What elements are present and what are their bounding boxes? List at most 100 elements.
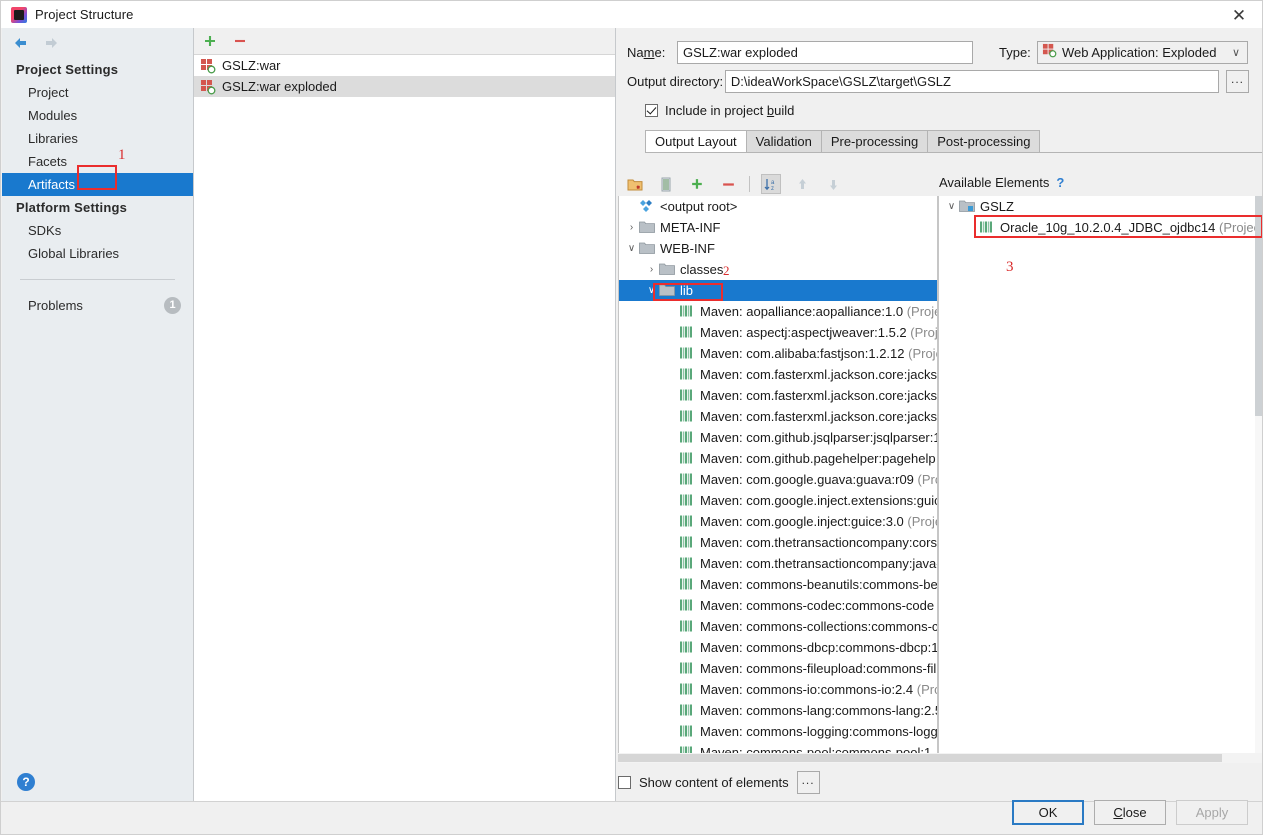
tree-node[interactable]: Maven: commons-logging:commons-logg bbox=[619, 721, 937, 742]
show-content-options-button[interactable]: ... bbox=[796, 771, 820, 794]
tab-output-layout[interactable]: Output Layout bbox=[645, 130, 747, 152]
add-artifact-button[interactable] bbox=[202, 33, 218, 49]
tree-node[interactable]: › META-INF bbox=[619, 217, 937, 238]
tree-node[interactable]: Maven: com.fasterxml.jackson.core:jacksc bbox=[619, 364, 937, 385]
sidebar-item-project[interactable]: Project bbox=[2, 81, 193, 104]
chevron-down-icon[interactable]: ∨ bbox=[644, 285, 659, 296]
list-item[interactable]: GSLZ:war exploded bbox=[194, 76, 615, 97]
tree-node-label: Maven: commons-collections:commons-c bbox=[700, 619, 938, 634]
tree-node-label: Maven: com.thetransactioncompany:java- bbox=[700, 556, 938, 571]
list-item[interactable]: GSLZ:war bbox=[194, 55, 615, 76]
sidebar-item-sdks[interactable]: SDKs bbox=[2, 219, 193, 242]
tree-node[interactable]: Maven: com.github.jsqlparser:jsqlparser:… bbox=[619, 427, 937, 448]
tree-node[interactable]: Maven: com.thetransactioncompany:cors- bbox=[619, 532, 937, 553]
output-directory-label: Output directory: bbox=[627, 74, 724, 89]
type-dropdown[interactable]: Web Application: Exploded ∨ bbox=[1037, 40, 1248, 64]
type-dropdown-value: Web Application: Exploded bbox=[1062, 44, 1217, 60]
tree-node[interactable]: <output root> bbox=[619, 196, 937, 217]
available-elements-help-icon[interactable]: ? bbox=[1056, 175, 1064, 190]
output-layout-tree[interactable]: <output root> › META-INF ∨ WEB-INF › classes ∨ l… bbox=[618, 196, 938, 758]
tree-node[interactable]: Maven: aopalliance:aopalliance:1.0 (Proj… bbox=[619, 301, 937, 322]
sidebar-item-problems[interactable]: Problems 1 bbox=[2, 294, 193, 317]
tree-node[interactable]: ∨ GSLZ bbox=[939, 196, 1262, 217]
tab-post-processing[interactable]: Post-processing bbox=[927, 130, 1041, 152]
create-archive-icon[interactable] bbox=[656, 174, 676, 194]
tree-node[interactable]: Maven: com.google.inject.extensions:guic bbox=[619, 490, 937, 511]
artifact-root-icon bbox=[639, 199, 655, 215]
horizontal-scrollbar[interactable] bbox=[618, 753, 1262, 763]
include-in-build-checkbox[interactable] bbox=[645, 103, 658, 117]
tree-node[interactable]: ∨ WEB-INF bbox=[619, 238, 937, 259]
tree-node[interactable]: Maven: com.github.pagehelper:pagehelp bbox=[619, 448, 937, 469]
tree-node[interactable]: Maven: commons-dbcp:commons-dbcp:1 bbox=[619, 637, 937, 658]
available-elements-title: Available Elements bbox=[939, 175, 1050, 190]
library-icon bbox=[679, 472, 695, 488]
close-button[interactable]: Close bbox=[1094, 800, 1166, 825]
tree-node[interactable]: Maven: commons-beanutils:commons-be bbox=[619, 574, 937, 595]
help-icon[interactable]: ? bbox=[17, 773, 35, 791]
war-exploded-artifact-icon bbox=[200, 79, 216, 95]
tab-validation[interactable]: Validation bbox=[745, 130, 822, 152]
dialog-buttons: OK Close Apply bbox=[1012, 800, 1248, 825]
show-content-checkbox[interactable] bbox=[618, 776, 631, 789]
output-directory-input[interactable]: D:\ideaWorkSpace\GSLZ\target\GSLZ bbox=[724, 70, 1220, 93]
ok-button[interactable]: OK bbox=[1012, 800, 1084, 825]
browse-output-directory-button[interactable]: ... bbox=[1226, 70, 1250, 93]
tree-node[interactable]: Oracle_10g_10.2.0.4_JDBC_ojdbc14 (Projec… bbox=[939, 217, 1262, 238]
web-application-exploded-icon bbox=[1042, 43, 1057, 61]
chevron-right-icon[interactable]: › bbox=[624, 222, 639, 233]
available-elements-tree[interactable]: ∨ GSLZ Oracle_10g_10.2.0.4_JDBC_ojdbc14 (P… bbox=[938, 196, 1262, 758]
remove-element-icon[interactable] bbox=[718, 174, 738, 194]
sidebar-item-modules[interactable]: Modules bbox=[2, 104, 193, 127]
library-icon bbox=[679, 514, 695, 530]
tree-node[interactable]: Maven: commons-lang:commons-lang:2.5 bbox=[619, 700, 937, 721]
tree-node[interactable]: Maven: com.fasterxml.jackson.core:jacksc bbox=[619, 385, 937, 406]
tree-node[interactable]: Maven: aspectj:aspectjweaver:1.5.2 (Proj… bbox=[619, 322, 937, 343]
name-input[interactable]: GSLZ:war exploded bbox=[677, 40, 973, 64]
sidebar-item-artifacts[interactable]: Artifacts bbox=[2, 173, 193, 196]
sidebar-item-global-libraries[interactable]: Global Libraries bbox=[2, 242, 193, 265]
horizontal-scrollbar-thumb[interactable] bbox=[618, 754, 1222, 762]
vertical-scrollbar[interactable] bbox=[1255, 196, 1262, 753]
tree-node[interactable]: Maven: com.google.inject:guice:3.0 (Proj… bbox=[619, 511, 937, 532]
tree-node[interactable]: Maven: commons-io:commons-io:2.4 (Prc bbox=[619, 679, 937, 700]
folder-icon bbox=[659, 262, 675, 278]
back-arrow-icon[interactable] bbox=[12, 35, 30, 51]
create-directory-icon[interactable] bbox=[625, 174, 645, 194]
vertical-scrollbar-thumb[interactable] bbox=[1255, 196, 1262, 416]
close-icon[interactable]: ✕ bbox=[1224, 4, 1254, 26]
include-in-build-row[interactable]: Include in project build bbox=[627, 97, 1249, 123]
name-label: Name: bbox=[627, 44, 666, 60]
tree-node[interactable]: Maven: commons-collections:commons-c bbox=[619, 616, 937, 637]
svg-text:z: z bbox=[771, 186, 774, 192]
move-up-icon bbox=[792, 174, 812, 194]
tree-node[interactable]: › classes bbox=[619, 259, 937, 280]
tree-node[interactable]: Maven: com.alibaba:fastjson:1.2.12 (Proj… bbox=[619, 343, 937, 364]
remove-artifact-button[interactable] bbox=[232, 33, 248, 49]
chevron-right-icon[interactable]: › bbox=[644, 264, 659, 275]
tree-node-selected[interactable]: ∨ lib bbox=[619, 280, 937, 301]
tree-node-label: Maven: com.alibaba:fastjson:1.2.12 bbox=[700, 346, 905, 361]
tree-node[interactable]: Maven: com.fasterxml.jackson.core:jacksc bbox=[619, 406, 937, 427]
chevron-down-icon: ∨ bbox=[1231, 46, 1240, 59]
tree-node-label: Maven: com.github.pagehelper:pagehelp bbox=[700, 451, 936, 466]
sidebar-section-platform-settings: Platform Settings bbox=[16, 200, 128, 215]
sort-alphabetically-icon[interactable]: a z bbox=[761, 174, 781, 194]
tree-node-scope: (Proje bbox=[903, 304, 938, 319]
chevron-down-icon[interactable]: ∨ bbox=[624, 243, 639, 254]
tree-node[interactable]: Maven: commons-codec:commons-code bbox=[619, 595, 937, 616]
tab-pre-processing[interactable]: Pre-processing bbox=[820, 130, 929, 152]
tree-node-label: WEB-INF bbox=[660, 241, 715, 256]
tree-node[interactable]: Maven: commons-fileupload:commons-fil bbox=[619, 658, 937, 679]
show-content-row[interactable]: Show content of elements ... bbox=[618, 771, 820, 794]
add-element-icon[interactable] bbox=[687, 174, 707, 194]
chevron-down-icon[interactable]: ∨ bbox=[944, 201, 959, 212]
artifact-form: Name: GSLZ:war exploded Type: Web Applic… bbox=[617, 28, 1262, 153]
tree-node[interactable]: Maven: com.thetransactioncompany:java- bbox=[619, 553, 937, 574]
project-structure-dialog: Project Structure ✕ Project Settings Pro… bbox=[0, 0, 1263, 835]
library-icon bbox=[679, 703, 695, 719]
artifacts-list-pane: GSLZ:war GSLZ:war exploded bbox=[194, 28, 616, 801]
sidebar-item-facets[interactable]: Facets bbox=[2, 150, 193, 173]
tree-node[interactable]: Maven: com.google.guava:guava:r09 (Prc bbox=[619, 469, 937, 490]
sidebar-item-libraries[interactable]: Libraries bbox=[2, 127, 193, 150]
